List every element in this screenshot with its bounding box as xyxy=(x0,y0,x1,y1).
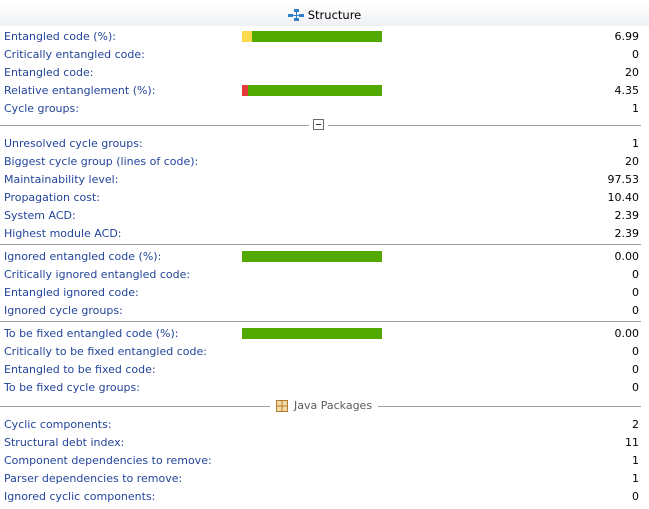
metric-label: Cyclic components: xyxy=(4,418,112,431)
metric-label: Highest module ACD: xyxy=(4,227,122,240)
metric-row: System ACD: 2.39 xyxy=(0,207,649,225)
metric-value: 0 xyxy=(632,268,639,281)
metric-bar xyxy=(242,85,382,96)
metric-value: 1 xyxy=(632,472,639,485)
metric-value: 1 xyxy=(632,454,639,467)
metric-label: Entangled code: xyxy=(4,66,94,79)
metric-row: Cyclic components: 2 xyxy=(0,416,649,434)
metric-value: 20 xyxy=(625,155,639,168)
metric-value: 0 xyxy=(632,381,639,394)
metric-row: Biggest cycle group (lines of code): 20 xyxy=(0,153,649,171)
metric-value: 6.99 xyxy=(614,30,640,43)
metric-value: 0 xyxy=(632,345,639,358)
metric-row: To be fixed cycle groups: 0 xyxy=(0,379,649,397)
metric-value: 10.40 xyxy=(607,191,640,204)
metric-label: Cycle groups: xyxy=(4,102,79,115)
java-packages-icon xyxy=(276,399,288,412)
metric-value: 2.39 xyxy=(614,209,640,222)
metric-bar xyxy=(242,31,382,42)
metric-value: 0 xyxy=(632,48,639,61)
metric-value: 2.39 xyxy=(614,227,640,240)
metric-value: 0.00 xyxy=(614,250,640,263)
metric-value: 20 xyxy=(625,66,639,79)
metric-label: Entangled to be fixed code: xyxy=(4,363,156,376)
metric-row: Parser dependencies to remove: 1 xyxy=(0,470,649,488)
metric-row: To be fixed entangled code (%): 0.00 xyxy=(0,325,649,343)
metric-row: Entangled code: 20 xyxy=(0,64,649,82)
metric-row: Relative entanglement (%): 4.35 xyxy=(0,82,649,100)
metric-row: Propagation cost: 10.40 xyxy=(0,189,649,207)
structure-header: Structure xyxy=(0,4,649,26)
metric-label: Component dependencies to remove: xyxy=(4,454,212,467)
metric-label: Entangled code (%): xyxy=(4,30,116,43)
metric-label: Ignored cyclic components: xyxy=(4,490,156,503)
metric-value: 1 xyxy=(632,102,639,115)
metric-row: Cycle groups: 1 xyxy=(0,100,649,118)
metric-row: Structural debt index: 11 xyxy=(0,434,649,452)
metric-label: Critically to be fixed entangled code: xyxy=(4,345,207,358)
metric-bar-segment xyxy=(242,85,248,96)
metric-value: 0.00 xyxy=(614,327,640,340)
metric-value: 0 xyxy=(632,304,639,317)
java-packages-label: Java Packages xyxy=(294,399,373,412)
metric-label: Ignored entangled code (%): xyxy=(4,250,162,263)
metric-value: 2 xyxy=(632,418,639,431)
metric-row: Maintainability level: 97.53 xyxy=(0,171,649,189)
divider xyxy=(0,244,641,245)
divider xyxy=(328,125,641,126)
metric-row: Component dependencies to remove: 1 xyxy=(0,452,649,470)
metric-row: Unresolved cycle groups: 1 xyxy=(0,135,649,153)
metric-row: Critically entangled code: 0 xyxy=(0,46,649,64)
divider xyxy=(0,125,309,126)
metric-label: Entangled ignored code: xyxy=(4,286,139,299)
metric-label: To be fixed entangled code (%): xyxy=(4,327,179,340)
metric-bar xyxy=(242,251,382,262)
metric-value: 0 xyxy=(632,286,639,299)
metric-label: Ignored cycle groups: xyxy=(4,304,123,317)
java-packages-section-title: Java Packages xyxy=(270,399,379,412)
metric-row: Ignored cycle groups: 0 xyxy=(0,302,649,320)
collapse-toggle-button[interactable] xyxy=(313,119,324,130)
metric-bar xyxy=(242,328,382,339)
metric-label: Maintainability level: xyxy=(4,173,119,186)
metric-value: 0 xyxy=(632,363,639,376)
metric-label: Parser dependencies to remove: xyxy=(4,472,183,485)
metric-label: Critically ignored entangled code: xyxy=(4,268,191,281)
metric-label: Critically entangled code: xyxy=(4,48,145,61)
metric-row: Critically to be fixed entangled code: 0 xyxy=(0,343,649,361)
metric-value: 0 xyxy=(632,490,639,503)
divider xyxy=(0,321,641,322)
metric-row: Entangled code (%): 6.99 xyxy=(0,28,649,46)
metric-label: Relative entanglement (%): xyxy=(4,84,156,97)
metric-row: Entangled to be fixed code: 0 xyxy=(0,361,649,379)
metric-label: System ACD: xyxy=(4,209,76,222)
metric-row: Highest module ACD: 2.39 xyxy=(0,225,649,243)
header-title: Structure xyxy=(307,8,362,22)
metric-bar-segment xyxy=(242,31,252,42)
metric-row: Ignored cyclic components: 0 xyxy=(0,488,649,506)
metric-value: 97.53 xyxy=(607,173,640,186)
metric-label: To be fixed cycle groups: xyxy=(4,381,140,394)
metric-label: Structural debt index: xyxy=(4,436,125,449)
metric-label: Unresolved cycle groups: xyxy=(4,137,143,150)
metric-value: 1 xyxy=(632,137,639,150)
metric-row: Critically ignored entangled code: 0 xyxy=(0,266,649,284)
metric-label: Biggest cycle group (lines of code): xyxy=(4,155,199,168)
metric-value: 4.35 xyxy=(614,84,640,97)
metric-label: Propagation cost: xyxy=(4,191,100,204)
metric-row: Ignored entangled code (%): 0.00 xyxy=(0,248,649,266)
metric-value: 11 xyxy=(625,436,639,449)
metric-row: Entangled ignored code: 0 xyxy=(0,284,649,302)
structure-icon xyxy=(287,9,304,21)
